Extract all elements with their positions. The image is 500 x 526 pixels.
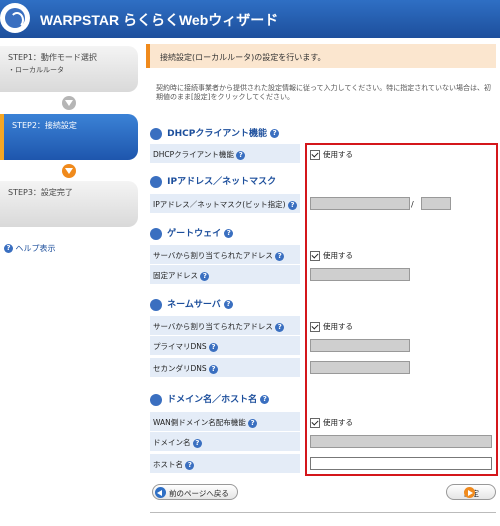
row-label: ホスト名 ? [150, 454, 300, 474]
back-button[interactable]: 前のページへ戻る [152, 484, 238, 500]
step3-title: STEP3：設定完了 [8, 188, 73, 197]
row-label: 固定アドレス ? [150, 265, 300, 285]
next-arrow-icon [464, 487, 475, 498]
section-nameserver-title: ネームサーバ ? [150, 297, 233, 313]
section-bullet-icon [150, 298, 162, 311]
section-domain-title: ドメイン名／ホスト名 ? [150, 392, 270, 408]
row-label: セカンダリDNS ? [150, 358, 300, 378]
sidebar: STEP1：動作モード選択 ・ローカルルータ STEP2：接続設定 STEP3：… [0, 38, 140, 526]
app-title: WARPSTAR らくらくWebウィザード [40, 12, 279, 28]
section-bullet-icon [150, 175, 162, 188]
step1-title: STEP1：動作モード選択 [8, 53, 97, 62]
row-label: サーバから割り当てられたアドレス ? [150, 245, 300, 265]
down-arrow-icon [62, 96, 76, 110]
help-icon[interactable]: ? [275, 251, 285, 261]
warpstar-logo-icon [0, 3, 30, 33]
section-bullet-icon [150, 393, 162, 406]
step1-item[interactable]: STEP1：動作モード選択 ・ローカルルータ [0, 46, 138, 92]
section-dhcp-title: DHCPクライアント機能 ? [150, 126, 280, 142]
section-bullet-icon [150, 127, 162, 140]
help-icon[interactable]: ? [209, 342, 219, 352]
help-icon[interactable]: ? [200, 271, 210, 281]
section-gateway-title: ゲートウェイ ? [150, 226, 234, 242]
row-label: DHCPクライアント機能 ? [150, 144, 300, 164]
row-label: WAN側ドメイン名配布機能 ? [150, 412, 300, 432]
down-arrow-icon [62, 164, 76, 178]
help-icon[interactable]: ? [248, 418, 258, 428]
row-label: サーバから割り当てられたアドレス ? [150, 316, 300, 336]
help-link[interactable]: ? ヘルプ表示 [4, 243, 56, 254]
help-icon[interactable]: ? [224, 229, 234, 238]
row-label: IPアドレス／ネットマスク(ビット指定) ? [150, 194, 300, 214]
step2-item-active[interactable]: STEP2：接続設定 [0, 114, 138, 160]
step2-title: STEP2：接続設定 [12, 121, 77, 130]
banner-text: 接続設定(ローカルルータ)の設定を行います。 [160, 53, 326, 62]
instruction-banner: 接続設定(ローカルルータ)の設定を行います。 [146, 44, 496, 68]
description-text: 契約時に接続事業者から提供された設定情報に従って入力してください。特に指定されて… [156, 84, 492, 101]
help-icon[interactable]: ? [223, 300, 233, 309]
app-header: WARPSTAR らくらくWebウィザード [0, 0, 500, 38]
back-arrow-icon [155, 487, 166, 498]
help-icon[interactable]: ? [236, 150, 246, 160]
highlight-box [305, 143, 498, 476]
help-icon[interactable]: ? [192, 438, 202, 448]
settings-button[interactable]: 設定 [446, 484, 496, 500]
row-label: プライマリDNS ? [150, 336, 300, 356]
step1-subtitle: ・ローカルルータ [8, 66, 64, 74]
section-ip-title: IPアドレス／ネットマスク [150, 174, 276, 190]
help-icon[interactable]: ? [260, 395, 270, 404]
help-icon[interactable]: ? [287, 200, 297, 210]
help-icon[interactable]: ? [275, 322, 285, 332]
help-icon[interactable]: ? [185, 460, 195, 470]
help-icon[interactable]: ? [209, 364, 219, 374]
section-bullet-icon [150, 227, 162, 240]
divider [150, 512, 496, 513]
row-label: ドメイン名 ? [150, 432, 300, 452]
step3-item: STEP3：設定完了 [0, 181, 138, 227]
help-label: ヘルプ表示 [15, 244, 56, 253]
help-icon: ? [4, 244, 13, 253]
help-icon[interactable]: ? [270, 129, 280, 138]
